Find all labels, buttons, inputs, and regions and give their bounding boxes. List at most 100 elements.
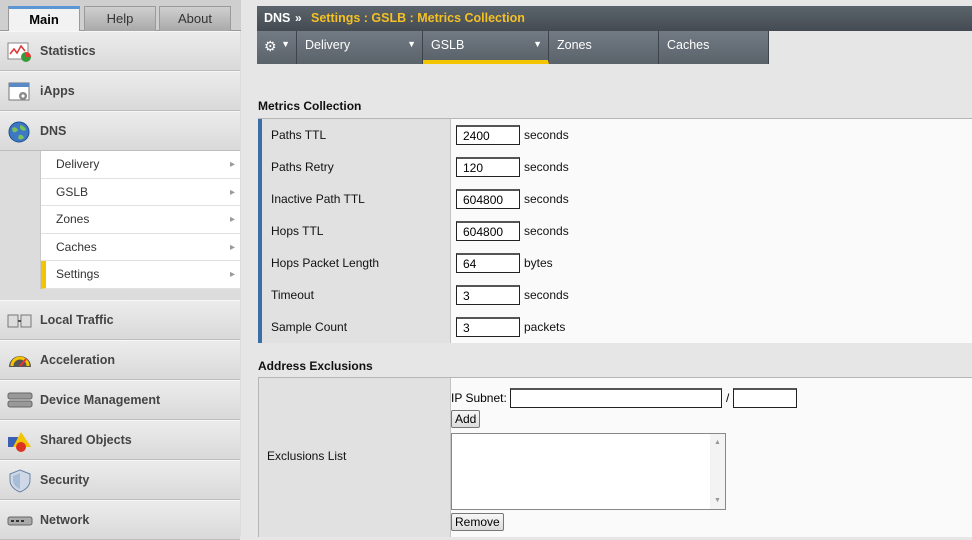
submenu-label: GSLB bbox=[56, 184, 89, 199]
exclusions-table: Exclusions List IP Subnet: / Add ▲ ▼ Rem… bbox=[258, 377, 972, 537]
timeout-input[interactable] bbox=[456, 285, 520, 305]
row-label-cell: Paths Retry bbox=[258, 151, 450, 183]
nav-dns[interactable]: DNS bbox=[0, 111, 240, 151]
field-label: Paths TTL bbox=[271, 128, 327, 142]
chevron-down-icon: ▼ bbox=[533, 39, 542, 49]
table-row: Paths Retry seconds bbox=[258, 151, 972, 183]
nav-network[interactable]: Network bbox=[0, 500, 240, 540]
settings-menu-button[interactable]: ⚙ ▼ bbox=[257, 31, 297, 64]
unit-label: seconds bbox=[524, 128, 569, 142]
chevron-right-icon: ▸ bbox=[229, 241, 235, 253]
row-value-cell: IP Subnet: / Add ▲ ▼ Remove bbox=[450, 378, 972, 537]
nav-iapps[interactable]: iApps bbox=[0, 71, 240, 111]
chevron-down-icon: ▼ bbox=[281, 39, 290, 49]
row-label-cell: Exclusions List bbox=[258, 378, 450, 537]
ip-subnet-input[interactable] bbox=[510, 388, 722, 408]
paths-retry-input[interactable] bbox=[456, 157, 520, 177]
row-value-cell: seconds bbox=[450, 279, 972, 311]
submenu-label: Settings bbox=[56, 267, 100, 282]
tab-help[interactable]: Help bbox=[84, 6, 156, 31]
row-label-cell: Timeout bbox=[258, 279, 450, 311]
submenu-item-delivery[interactable]: Delivery ▸ bbox=[41, 151, 240, 179]
chevron-right-icon: ▸ bbox=[229, 214, 235, 226]
scrollbar[interactable]: ▲ ▼ bbox=[710, 434, 725, 509]
chevron-right-icon: ▸ bbox=[229, 159, 235, 170]
shared-objects-icon bbox=[8, 432, 31, 452]
row-label-cell: Hops Packet Length bbox=[258, 247, 450, 279]
tab-label: Zones bbox=[557, 38, 592, 52]
unit-label: packets bbox=[524, 320, 566, 334]
submenu-item-zones[interactable]: Zones ▸ bbox=[41, 206, 240, 234]
unit-label: seconds bbox=[524, 160, 569, 174]
row-value-cell: packets bbox=[450, 311, 972, 343]
field-label: Timeout bbox=[271, 288, 314, 302]
field-label: Exclusions List bbox=[267, 449, 347, 463]
table-row: Timeout seconds bbox=[258, 279, 972, 311]
nav-label: Shared Objects bbox=[40, 433, 132, 447]
tab-gslb[interactable]: GSLB ▼ bbox=[423, 31, 549, 64]
add-button[interactable]: Add bbox=[451, 410, 481, 428]
tab-zones[interactable]: Zones bbox=[549, 31, 659, 64]
nav-statistics[interactable]: Statistics bbox=[0, 31, 240, 71]
left-tabbar: Main Help About bbox=[0, 0, 241, 32]
row-label-cell: Hops TTL bbox=[258, 215, 450, 247]
remove-button[interactable]: Remove bbox=[451, 513, 504, 531]
breadcrumb: DNS » Settings : GSLB : Metrics Collecti… bbox=[257, 6, 972, 31]
nav-label: Security bbox=[40, 473, 90, 487]
unit-label: seconds bbox=[524, 192, 569, 206]
row-value-cell: seconds bbox=[450, 183, 972, 215]
field-label: Inactive Path TTL bbox=[271, 192, 365, 206]
iapps-icon bbox=[8, 82, 30, 101]
nav-acceleration[interactable]: Acceleration bbox=[0, 340, 240, 380]
inactive-path-ttl-input[interactable] bbox=[456, 189, 520, 209]
field-label: Hops Packet Length bbox=[271, 256, 380, 270]
nav-security[interactable]: Security bbox=[0, 460, 240, 500]
tab-main[interactable]: Main bbox=[8, 6, 80, 32]
sample-count-input[interactable] bbox=[456, 317, 520, 337]
submenu-label: Caches bbox=[56, 239, 97, 254]
table-row: Paths TTL seconds bbox=[258, 119, 972, 151]
nav-label: iApps bbox=[40, 84, 75, 98]
hops-ttl-input[interactable] bbox=[456, 221, 520, 241]
nav-label: Local Traffic bbox=[40, 313, 114, 327]
tab-label: GSLB bbox=[431, 38, 465, 52]
field-label: Sample Count bbox=[271, 320, 348, 334]
left-panel: Main Help About Statistics iApps DNS Del… bbox=[0, 0, 241, 540]
row-value-cell: seconds bbox=[450, 215, 972, 247]
hops-packet-length-input[interactable] bbox=[456, 253, 520, 273]
submenu-item-settings[interactable]: Settings ▸ bbox=[41, 261, 240, 289]
tab-caches[interactable]: Caches bbox=[659, 31, 769, 64]
chevron-right-icon: ▸ bbox=[229, 269, 235, 281]
paths-ttl-input[interactable] bbox=[456, 125, 520, 145]
table-row: Hops TTL seconds bbox=[258, 215, 972, 247]
gear-icon: ⚙ bbox=[264, 38, 277, 54]
row-value-cell: seconds bbox=[450, 151, 972, 183]
scroll-up-icon[interactable]: ▲ bbox=[714, 439, 721, 446]
submenu-label: Zones bbox=[56, 212, 90, 227]
table-row: Sample Count packets bbox=[258, 311, 972, 343]
top-tabbar: ⚙ ▼ Delivery ▼ GSLB ▼ Zones Caches bbox=[257, 31, 972, 64]
submenu-item-gslb[interactable]: GSLB ▸ bbox=[41, 178, 240, 207]
tab-about[interactable]: About bbox=[159, 6, 231, 31]
table-row: Inactive Path TTL seconds bbox=[258, 183, 972, 215]
row-label-cell: Paths TTL bbox=[258, 119, 450, 151]
breadcrumb-root[interactable]: DNS bbox=[264, 11, 290, 25]
nav-shared-objects[interactable]: Shared Objects bbox=[0, 420, 240, 460]
section-title-metrics: Metrics Collection bbox=[258, 99, 362, 113]
shield-icon bbox=[9, 469, 31, 493]
subnet-mask-input[interactable] bbox=[733, 388, 797, 408]
row-label-cell: Inactive Path TTL bbox=[258, 183, 450, 215]
nav-label: Statistics bbox=[40, 44, 96, 58]
scroll-down-icon[interactable]: ▼ bbox=[714, 497, 721, 504]
nav-device-management[interactable]: Device Management bbox=[0, 380, 240, 420]
submenu-item-caches[interactable]: Caches ▸ bbox=[41, 233, 240, 262]
nav-local-traffic[interactable]: Local Traffic bbox=[0, 300, 240, 340]
nav-label: DNS bbox=[40, 124, 67, 138]
tab-delivery[interactable]: Delivery ▼ bbox=[297, 31, 423, 64]
unit-label: seconds bbox=[524, 224, 569, 238]
nav-label: Acceleration bbox=[40, 353, 116, 367]
row-label-cell: Sample Count bbox=[258, 311, 450, 343]
subnet-separator: / bbox=[726, 391, 730, 405]
exclusions-listbox[interactable]: ▲ ▼ bbox=[451, 433, 726, 510]
field-label: Paths Retry bbox=[271, 160, 334, 174]
